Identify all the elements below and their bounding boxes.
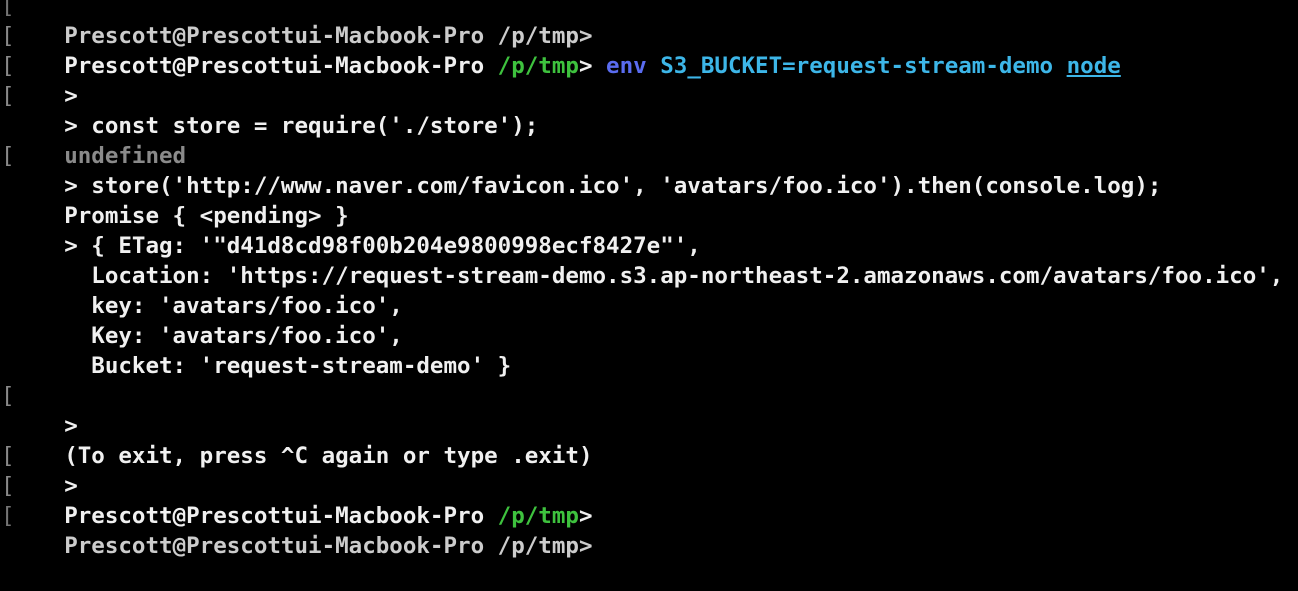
terminal-line-repl: [> [0,381,1298,439]
line-marker: [ [1,23,15,49]
terminal-line-repl: [> [0,51,1298,109]
line-marker: [ [1,383,15,409]
terminal-line-promise: Promise { <pending> } [0,171,1298,229]
terminal-line-undefined: undefined [0,111,1298,169]
terminal-line-final-prompt[interactable]: [Prescott@Prescottui-Macbook-Pro /p/tmp> [0,471,1298,529]
line-marker: [ [1,53,15,79]
terminal-window[interactable]: [ Prescott@Prescottui-Macbook-Pro /p/tmp>… [0,0,1298,559]
line-marker: [ [1,473,15,499]
terminal-line-partial-bottom: [ Prescott@Prescottui-Macbook-Pro /p/tmp> [0,501,1298,559]
prompt-partial: Prescott@Prescottui-Macbook-Pro /p/tmp> [64,533,607,559]
line-marker: [ [1,83,15,109]
terminal-line-output: Bucket: 'request-stream-demo' } [0,321,1298,379]
line-marker: [ [1,0,15,19]
terminal-line-command: [Prescott@Prescottui-Macbook-Pro /p/tmp>… [0,21,1298,79]
terminal-line-exit-message: (To exit, press ^C again or type .exit) [0,411,1298,469]
terminal-line-output: Location: 'https://request-stream-demo.s… [0,231,1298,289]
line-marker: [ [1,443,15,469]
line-marker: [ [1,503,15,529]
terminal-line-require: [> const store = require('./store'); [0,81,1298,139]
terminal-line-output: Key: 'avatars/foo.ico', [0,291,1298,349]
terminal-line-store-call: [> store('http://www.naver.com/favicon.i… [0,141,1298,199]
terminal-line-output: > { ETag: '"d41d8cd98f00b204e9800998ecf8… [0,201,1298,259]
terminal-line-output: key: 'avatars/foo.ico', [0,261,1298,319]
terminal-line-partial-top: [Prescott@Prescottui-Macbook-Pro /p/tmp> [0,0,1298,49]
terminal-line-repl: [> [0,441,1298,499]
line-marker: [ [1,143,15,169]
